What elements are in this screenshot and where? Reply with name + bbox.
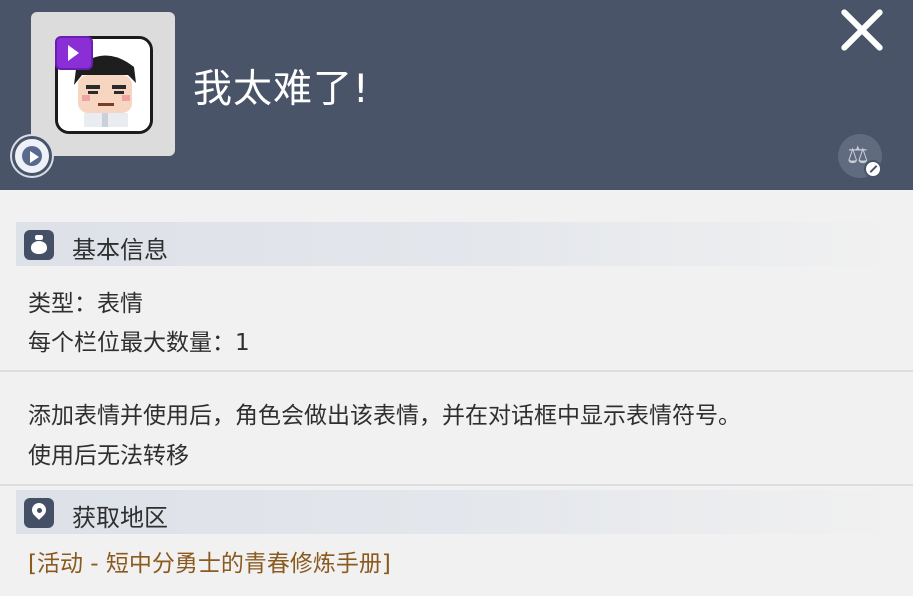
ban-icon bbox=[864, 160, 882, 178]
scale-icon: ⚖ bbox=[838, 134, 886, 182]
acquisition-source-link[interactable]: [活动 - 短中分勇士的青春修炼手册] bbox=[28, 544, 391, 578]
acquisition-header: 获取地区 bbox=[16, 490, 896, 534]
acquisition-label: 获取地区 bbox=[72, 504, 168, 532]
item-header: 我太难了! ⚖ bbox=[0, 0, 913, 190]
basic-info-label: 基本信息 bbox=[72, 236, 168, 264]
item-title: 我太难了! bbox=[193, 67, 370, 112]
bag-icon bbox=[24, 230, 54, 260]
location-pin-icon bbox=[24, 498, 54, 528]
item-icon-frame bbox=[31, 12, 175, 156]
emote-badge-icon bbox=[55, 36, 93, 70]
play-icon[interactable] bbox=[12, 136, 52, 176]
basic-info-header: 基本信息 bbox=[16, 222, 896, 266]
description-line-1: 添加表情并使用后，角色会做出该表情，并在对话框中显示表情符号。 bbox=[28, 403, 741, 429]
divider bbox=[0, 370, 913, 372]
type-line: 类型：表情 bbox=[28, 291, 143, 317]
close-icon[interactable] bbox=[838, 6, 886, 54]
description-line-2: 使用后无法转移 bbox=[28, 443, 189, 469]
max-quantity-line: 每个栏位最大数量：1 bbox=[28, 330, 250, 356]
divider bbox=[0, 484, 913, 486]
